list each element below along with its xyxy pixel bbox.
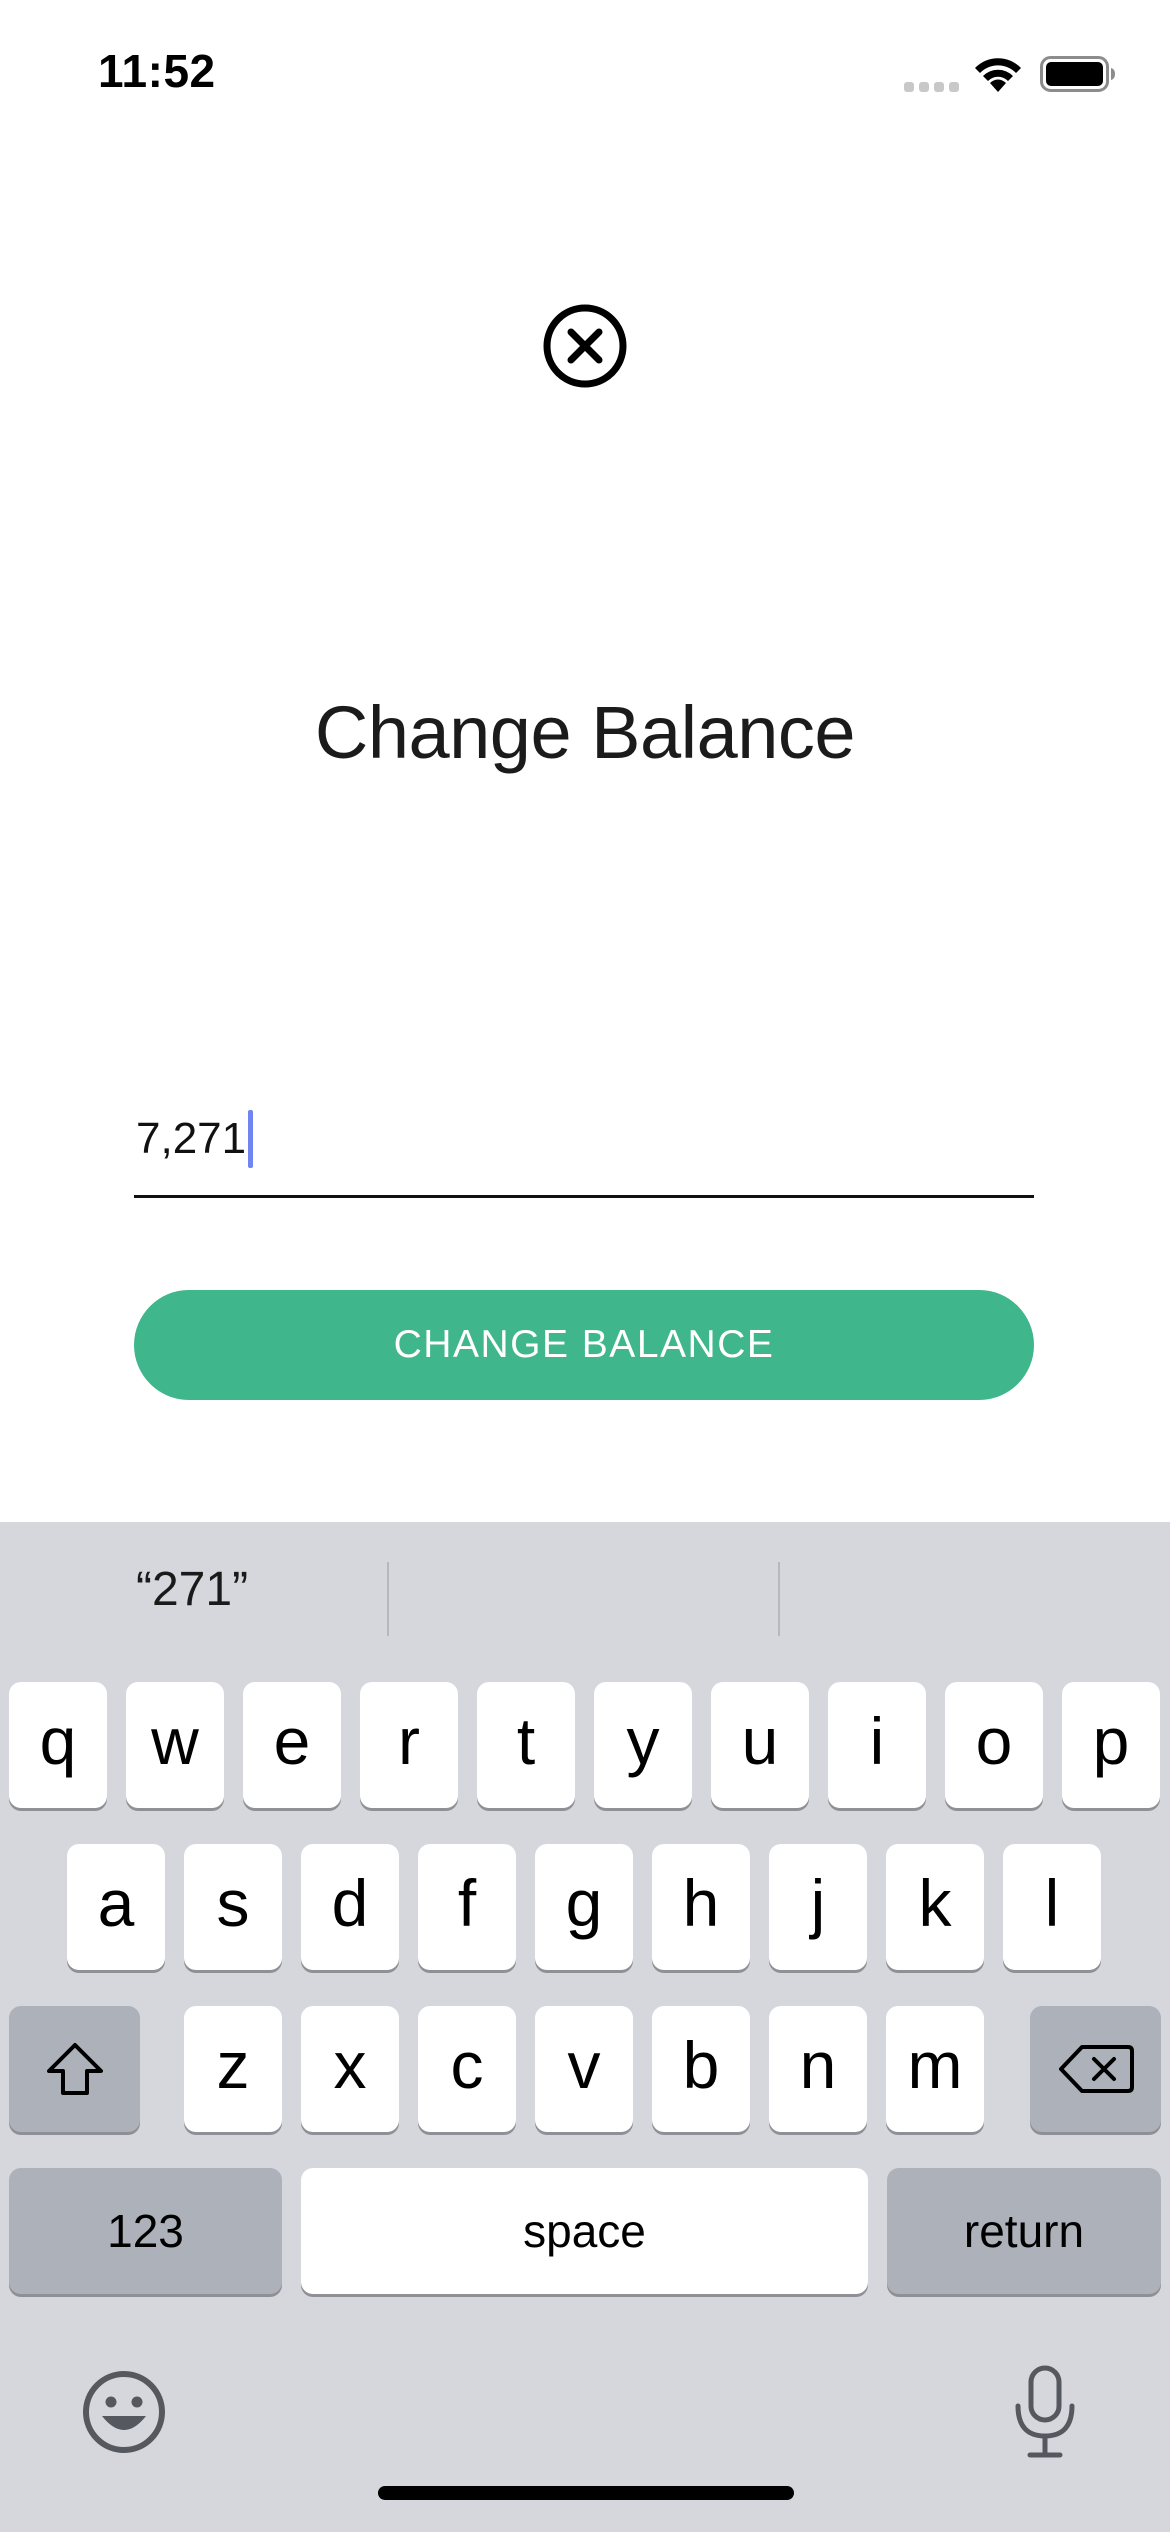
key-m[interactable]: m (886, 2006, 984, 2132)
key-x[interactable]: x (301, 2006, 399, 2132)
key-p[interactable]: p (1062, 1682, 1160, 1808)
numbers-key[interactable]: 123 (9, 2168, 282, 2294)
key-w[interactable]: w (126, 1682, 224, 1808)
space-key[interactable]: space (301, 2168, 868, 2294)
key-o[interactable]: o (945, 1682, 1043, 1808)
key-g[interactable]: g (535, 1844, 633, 1970)
change-balance-button[interactable]: CHANGE BALANCE (134, 1290, 1034, 1400)
battery-icon (1040, 56, 1115, 92)
dictation-button[interactable] (1010, 2362, 1080, 2467)
key-y[interactable]: y (594, 1682, 692, 1808)
emoji-icon (83, 2371, 165, 2453)
key-r[interactable]: r (360, 1682, 458, 1808)
text-caret (248, 1110, 254, 1168)
backspace-icon (1058, 2045, 1134, 2093)
page-title: Change Balance (314, 691, 856, 774)
key-c[interactable]: c (418, 2006, 516, 2132)
suggestion-divider (778, 1562, 780, 1636)
status-time: 11:52 (98, 45, 216, 97)
suggestion-divider (387, 1562, 389, 1636)
key-h[interactable]: h (652, 1844, 750, 1970)
key-d[interactable]: d (301, 1844, 399, 1970)
key-s[interactable]: s (184, 1844, 282, 1970)
shift-icon (46, 2043, 103, 2095)
home-indicator[interactable] (378, 2486, 794, 2500)
balance-input[interactable]: 7,271 (134, 1090, 1034, 1198)
key-n[interactable]: n (769, 2006, 867, 2132)
close-circle-icon (543, 304, 627, 388)
key-f[interactable]: f (418, 1844, 516, 1970)
balance-value-wrapper: 7,271 (136, 1110, 254, 1168)
screen: 11:52 Change Balance 7,271 CHANGE BALANC… (0, 0, 1170, 2532)
wifi-icon (975, 58, 1021, 92)
keyboard: “271” q w e r t y u i o p a s d f g h j … (0, 1522, 1170, 2532)
key-l[interactable]: l (1003, 1844, 1101, 1970)
key-v[interactable]: v (535, 2006, 633, 2132)
suggestion-bar: “271” (0, 1522, 1170, 1672)
key-q[interactable]: q (9, 1682, 107, 1808)
microphone-icon (1015, 2365, 1075, 2458)
balance-value: 7,271 (136, 1114, 247, 1163)
key-b[interactable]: b (652, 2006, 750, 2132)
key-j[interactable]: j (769, 1844, 867, 1970)
key-i[interactable]: i (828, 1682, 926, 1808)
key-e[interactable]: e (243, 1682, 341, 1808)
return-key[interactable]: return (887, 2168, 1161, 2294)
key-k[interactable]: k (886, 1844, 984, 1970)
shift-key[interactable] (9, 2006, 140, 2132)
key-a[interactable]: a (67, 1844, 165, 1970)
close-button[interactable] (541, 302, 629, 390)
cellular-signal-icon (904, 82, 959, 92)
emoji-button[interactable] (80, 2368, 168, 2461)
key-z[interactable]: z (184, 2006, 282, 2132)
suggestion-1[interactable]: “271” (136, 1562, 248, 1617)
backspace-key[interactable] (1030, 2006, 1161, 2132)
key-u[interactable]: u (711, 1682, 809, 1808)
key-t[interactable]: t (477, 1682, 575, 1808)
